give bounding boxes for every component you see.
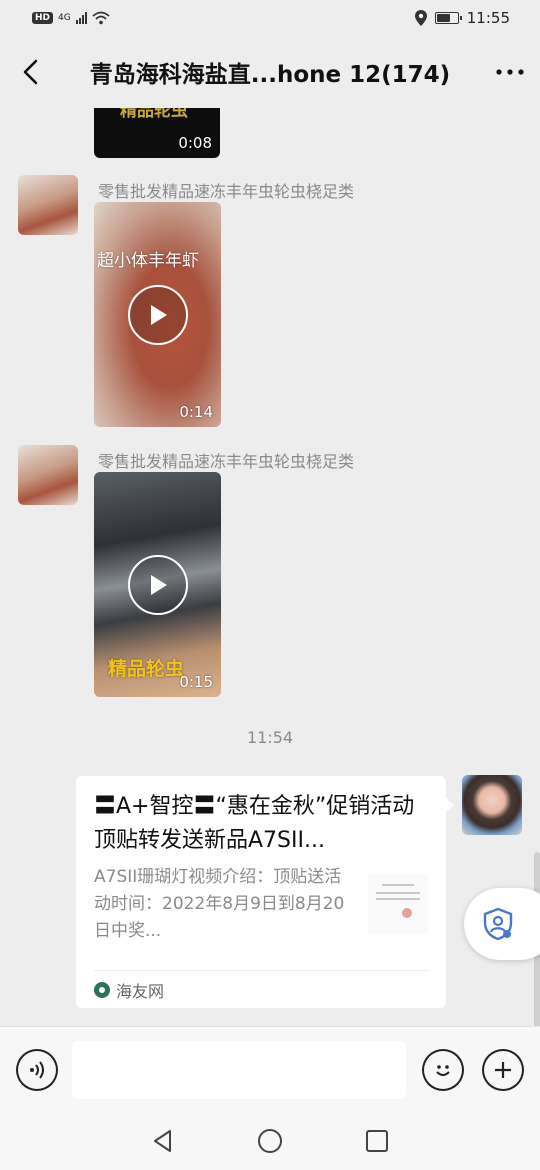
- nav-back-button[interactable]: [143, 1121, 183, 1161]
- back-button[interactable]: [0, 42, 60, 102]
- video-overlay-text: 精品轮虫: [108, 658, 185, 680]
- chat-screen: HD 4G 11:55 青岛海科海盐直...hone 12(174) 精品轮虫 …: [0, 0, 540, 1170]
- network-type: 4G: [58, 13, 71, 23]
- link-card-title: 〓A+智控〓“惠在金秋”促销活动顶贴转发送新品A7SII...: [94, 794, 415, 853]
- source-logo-icon: [94, 981, 110, 998]
- message-list[interactable]: 精品轮虫 0:08 零售批发精品速冻丰年虫轮虫桡足类 超小体丰年虾 0:14 零…: [0, 108, 540, 1026]
- link-card-message[interactable]: 〓A+智控〓“惠在金秋”促销活动顶贴转发送新品A7SII... A7SII珊瑚灯…: [76, 776, 454, 1008]
- emoji-button[interactable]: [422, 1048, 465, 1091]
- link-card-description: A7SII珊瑚灯视频介绍：顶贴送活动时间：2022年8月9日到8月20日中奖..…: [94, 867, 345, 941]
- triangle-back-icon: [154, 1130, 172, 1152]
- square-recents-icon: [365, 1130, 388, 1152]
- play-icon: [150, 574, 167, 595]
- sender-name: 零售批发精品速冻丰年虫轮虫桡足类: [98, 182, 355, 201]
- chat-header: 青岛海科海盐直...hone 12(174): [0, 36, 540, 108]
- my-avatar[interactable]: [462, 775, 522, 835]
- voice-button[interactable]: [16, 1048, 58, 1091]
- chat-title: 青岛海科海盐直...hone 12(174): [89, 62, 451, 88]
- sender-name: 零售批发精品速冻丰年虫轮虫桡足类: [98, 452, 355, 471]
- circle-home-icon: [257, 1129, 282, 1153]
- avatar[interactable]: [18, 175, 78, 235]
- message-input[interactable]: [71, 1040, 407, 1099]
- more-dots-icon: [496, 69, 524, 75]
- status-bar: HD 4G 11:55: [0, 0, 540, 36]
- link-card-source: 海友网: [94, 970, 430, 1008]
- video-overlay-text: 超小体丰年虾: [97, 251, 199, 271]
- battery-level: [436, 14, 451, 22]
- status-time: 11:55: [466, 9, 510, 27]
- emoji-icon: [436, 1064, 450, 1076]
- status-left: HD 4G: [32, 11, 110, 25]
- system-nav-bar: [0, 1112, 540, 1170]
- floating-security-button[interactable]: [464, 888, 540, 960]
- video-overlay-text: 精品轮虫: [120, 108, 188, 121]
- voice-icon: [29, 1060, 44, 1079]
- link-card-thumbnail: [368, 874, 428, 934]
- battery-icon: [434, 12, 462, 24]
- link-card-source-name: 海友网: [116, 981, 165, 1001]
- video-duration: 0:15: [179, 673, 213, 691]
- chevron-left-icon: [23, 59, 38, 85]
- play-button[interactable]: [127, 554, 188, 615]
- input-bar: [0, 1026, 540, 1112]
- status-right: 11:55: [414, 9, 510, 27]
- plus-button[interactable]: [482, 1048, 525, 1091]
- hd-badge: HD: [32, 12, 54, 24]
- location-icon: [414, 10, 427, 26]
- link-card-body: A7SII珊瑚灯视频介绍：顶贴送活动时间：2022年8月9日到8月20日中奖..…: [94, 864, 428, 946]
- message-timestamp: 11:54: [246, 728, 294, 747]
- signal-icon: [75, 12, 87, 24]
- video-message[interactable]: 精品轮虫 0:15: [94, 472, 221, 697]
- video-message[interactable]: 超小体丰年虾 0:14: [94, 202, 221, 427]
- shield-user-icon: [483, 907, 513, 941]
- more-button[interactable]: [480, 42, 540, 102]
- play-icon: [150, 304, 167, 325]
- plus-icon: [495, 1061, 512, 1078]
- play-button[interactable]: [127, 284, 188, 345]
- video-message[interactable]: 精品轮虫 0:08: [94, 108, 220, 158]
- wifi-icon: [92, 11, 110, 25]
- nav-recents-button[interactable]: [357, 1121, 397, 1161]
- nav-home-button[interactable]: [250, 1121, 290, 1161]
- avatar[interactable]: [18, 445, 78, 505]
- video-duration: 0:14: [179, 403, 213, 421]
- video-duration: 0:08: [178, 134, 212, 152]
